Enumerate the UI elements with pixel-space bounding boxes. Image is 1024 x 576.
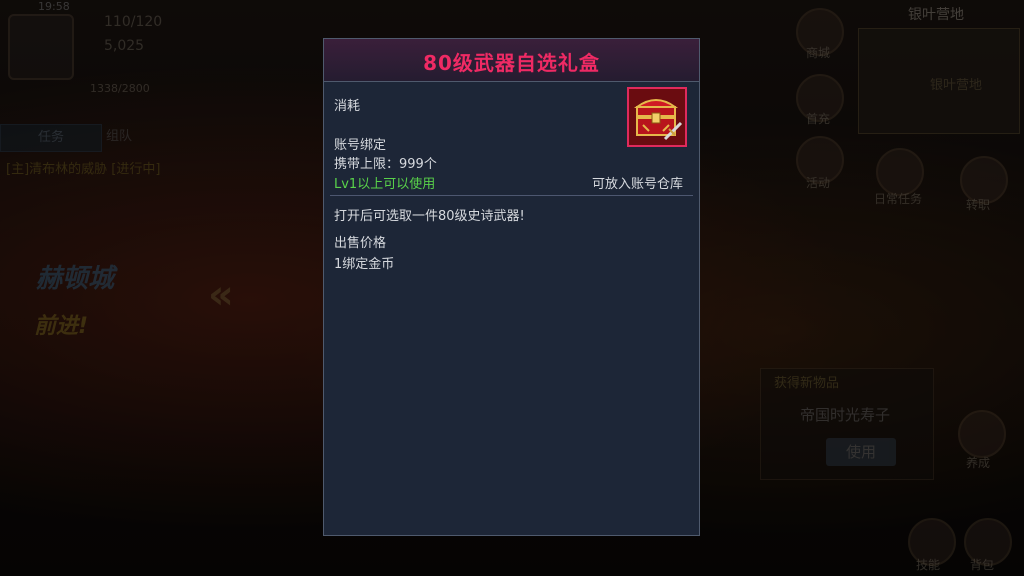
treasure-chest-icon	[627, 87, 687, 147]
tooltip-header: 80级武器自选礼盒	[324, 39, 699, 82]
item-stack-limit: 携带上限：999个	[334, 157, 437, 172]
sell-price-label: 出售价格	[334, 236, 387, 251]
item-bind: 账号绑定	[334, 138, 387, 153]
item-storage-info: 可放入账号仓库	[592, 177, 684, 192]
sell-price-value: 1绑定金币	[334, 257, 395, 272]
item-category: 消耗	[334, 99, 361, 114]
tooltip-divider	[330, 195, 693, 196]
item-title: 80级武器自选礼盒	[423, 51, 600, 75]
item-description: 打开后可选取一件80级史诗武器!	[334, 209, 525, 224]
item-tooltip: 80级武器自选礼盒 消耗 账号绑定 携带上限：999个 Lv1以上可以使用 可放…	[323, 38, 700, 536]
item-level-requirement: Lv1以上可以使用	[334, 177, 436, 192]
